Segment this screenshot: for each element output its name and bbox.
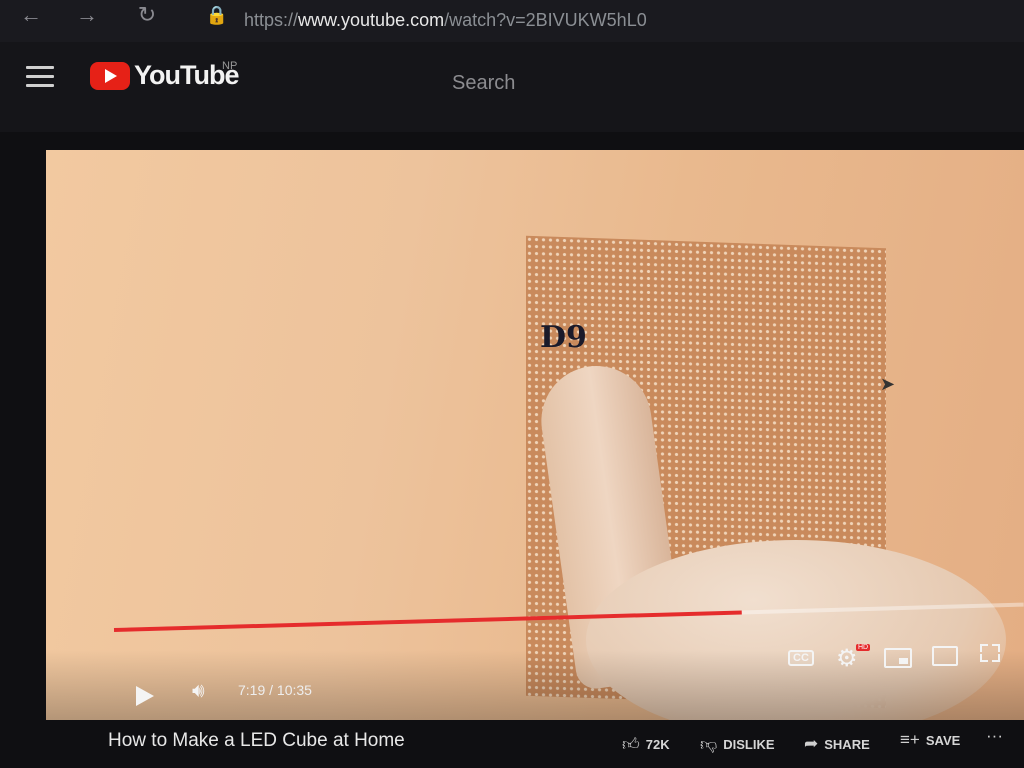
lock-icon: 🔒	[205, 5, 229, 25]
thumbs-down-icon: 👎︎	[700, 735, 718, 754]
mouse-cursor-icon: ➤	[880, 374, 896, 394]
video-overlay-label: D9	[540, 320, 587, 355]
playlist-add-icon: ≡+	[900, 730, 920, 749]
subtitles-icon[interactable]: CC	[788, 650, 814, 666]
search-input[interactable]: Search	[452, 72, 515, 95]
fullscreen-icon[interactable]	[980, 644, 1000, 662]
dislike-button[interactable]: 👎︎ DISLIKE	[700, 734, 775, 755]
save-button[interactable]: ≡+ SAVE	[900, 730, 960, 750]
share-button[interactable]: ➦ SHARE	[804, 734, 870, 754]
youtube-logo[interactable]: YouTube	[90, 60, 239, 91]
share-label: SHARE	[824, 736, 870, 752]
share-arrow-icon: ➦	[804, 734, 819, 753]
dislike-label: DISLIKE	[723, 737, 775, 752]
forward-arrow-icon[interactable]: →	[70, 0, 104, 30]
browser-toolbar: ← → ↻ 🔒 https://www.youtube.com/watch?v=…	[0, 0, 1024, 42]
save-label: SAVE	[925, 732, 961, 748]
url-host: www.youtube.com	[298, 10, 445, 30]
youtube-play-logo-icon	[90, 61, 130, 90]
like-button[interactable]: 👍︎ 72K	[622, 734, 670, 755]
more-actions-icon[interactable]: ···	[986, 726, 1003, 746]
thumbs-up-icon: 👍︎	[622, 735, 640, 754]
address-bar[interactable]: https://www.youtube.com/watch?v=2BIVUKW5…	[244, 6, 647, 34]
back-arrow-icon[interactable]: ←	[14, 0, 48, 30]
miniplayer-icon[interactable]	[884, 648, 912, 668]
youtube-header: YouTube NP Search	[0, 42, 1024, 132]
play-icon[interactable]	[136, 686, 154, 706]
time-display: 7:19 / 10:35	[238, 682, 312, 698]
hd-badge: HD	[856, 644, 871, 651]
url-scheme: https://	[244, 10, 299, 30]
settings-gear-icon[interactable]: ⚙	[836, 644, 858, 673]
video-title: How to Make a LED Cube at Home	[108, 730, 405, 751]
theater-mode-icon[interactable]	[932, 646, 958, 666]
country-code: NP	[222, 60, 238, 72]
volume-icon[interactable]: 🔊︎	[192, 680, 205, 703]
menu-icon[interactable]	[26, 66, 54, 88]
video-player[interactable]: D9 ➤ 🔊︎ 7:19 / 10:35 CC ⚙ HD	[46, 150, 1024, 720]
url-path: /watch?v=2BIVUKW5hL0	[444, 10, 647, 30]
reload-icon[interactable]: ↻	[130, 0, 164, 30]
like-count: 72K	[645, 737, 670, 752]
